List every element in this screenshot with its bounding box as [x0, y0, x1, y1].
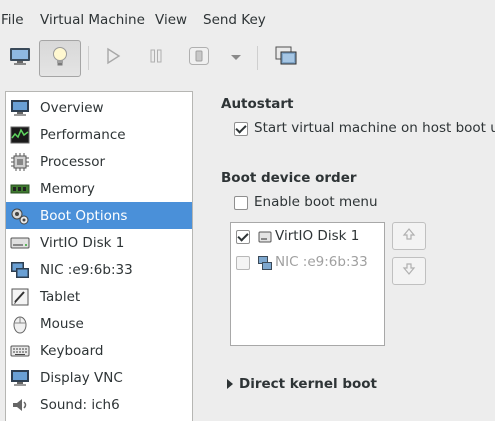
sidebar-item-label: Display VNC	[40, 369, 123, 386]
disk-icon	[9, 232, 31, 254]
sidebar-item-label: NIC :e9:6b:33	[40, 261, 133, 278]
boot-options-panel: Autostart Start virtual machine on host …	[205, 78, 495, 412]
sidebar-item-label: Boot Options	[40, 207, 128, 224]
arrow-down-icon	[402, 262, 416, 280]
boot-device-list: VirtIO Disk 1 NIC :e9:6b:33	[230, 222, 385, 346]
sidebar-item-label: Tablet	[40, 288, 81, 305]
tablet-icon	[9, 286, 31, 308]
autostart-title: Autostart	[221, 96, 294, 112]
chevron-down-icon	[230, 51, 242, 66]
details-button[interactable]	[39, 40, 81, 77]
nic-icon	[9, 259, 31, 281]
autostart-checkbox[interactable]	[234, 122, 248, 136]
keyboard-icon	[9, 340, 31, 362]
menu-virtual-machine[interactable]: Virtual Machine	[40, 12, 145, 28]
disk-icon	[258, 230, 272, 248]
menu-send-key[interactable]: Send Key	[203, 12, 266, 28]
lightbulb-icon	[52, 46, 68, 72]
move-down-button[interactable]	[392, 257, 426, 285]
toolbar-separator	[88, 46, 89, 70]
toolbar	[0, 40, 495, 78]
pause-button[interactable]	[136, 40, 176, 76]
run-button[interactable]	[93, 40, 133, 76]
memory-icon	[9, 178, 31, 200]
sidebar-item-tablet[interactable]: Tablet	[6, 283, 192, 310]
sidebar-item-label: Keyboard	[40, 342, 104, 359]
mouse-icon	[9, 313, 31, 335]
sidebar-item-boot-options[interactable]: Boot Options	[6, 202, 192, 229]
display-icon	[9, 367, 31, 389]
menu-view[interactable]: View	[155, 12, 187, 28]
sidebar-item-label: Processor	[40, 153, 106, 170]
shutdown-menu-button[interactable]	[222, 40, 250, 76]
expander-arrow-icon	[227, 379, 233, 389]
direct-kernel-boot-expander[interactable]: Direct kernel boot	[227, 376, 377, 392]
sidebar-item-label: Sound: ich6	[40, 396, 120, 413]
hardware-list: Overview Performance Processor Memory Bo…	[5, 91, 193, 421]
arrow-up-icon	[402, 227, 416, 245]
monitor-icon	[9, 46, 31, 70]
sidebar-item-display-vnc[interactable]: Display VNC	[6, 364, 192, 391]
boot-device-checkbox-disk[interactable]	[236, 230, 250, 244]
sidebar-item-sound[interactable]: Sound: ich6	[6, 391, 192, 418]
sound-icon	[9, 394, 31, 416]
boot-device-label-nic: NIC :e9:6b:33	[275, 254, 368, 270]
fullscreen-icon	[275, 46, 297, 70]
move-up-button[interactable]	[392, 222, 426, 250]
shutdown-button[interactable]	[179, 40, 219, 76]
sidebar-item-label: Overview	[40, 99, 104, 116]
boot-device-checkbox-nic[interactable]	[236, 256, 250, 270]
sidebar-item-label: Memory	[40, 180, 95, 197]
autostart-label: Start virtual machine on host boot up	[254, 120, 495, 136]
sidebar-item-overview[interactable]: Overview	[6, 94, 192, 121]
enable-boot-menu-checkbox[interactable]	[234, 196, 248, 210]
sidebar-item-label: Performance	[40, 126, 126, 143]
direct-kernel-boot-label: Direct kernel boot	[239, 376, 377, 392]
fullscreen-button[interactable]	[266, 40, 306, 76]
sidebar-item-nic[interactable]: NIC :e9:6b:33	[6, 256, 192, 283]
sidebar-item-performance[interactable]: Performance	[6, 121, 192, 148]
performance-icon	[9, 124, 31, 146]
nic-icon	[257, 255, 273, 275]
shutdown-icon	[188, 46, 210, 70]
sidebar-item-processor[interactable]: Processor	[6, 148, 192, 175]
boot-device-label-disk: VirtIO Disk 1	[275, 228, 360, 244]
enable-boot-menu-label: Enable boot menu	[254, 194, 378, 210]
sidebar-item-label: Mouse	[40, 315, 84, 332]
sidebar-item-mouse[interactable]: Mouse	[6, 310, 192, 337]
processor-icon	[9, 151, 31, 173]
pause-icon	[149, 48, 163, 68]
sidebar-item-label: VirtIO Disk 1	[40, 234, 125, 251]
boot-order-title: Boot device order	[221, 170, 357, 186]
boot-options-icon	[9, 205, 31, 227]
sidebar-item-memory[interactable]: Memory	[6, 175, 192, 202]
sidebar-item-keyboard[interactable]: Keyboard	[6, 337, 192, 364]
overview-icon	[9, 97, 31, 119]
console-button[interactable]	[0, 40, 40, 76]
toolbar-separator	[257, 46, 258, 70]
menu-file[interactable]: File	[1, 12, 24, 28]
sidebar-item-virtio-disk[interactable]: VirtIO Disk 1	[6, 229, 192, 256]
play-icon	[105, 47, 121, 69]
menubar: File Virtual Machine View Send Key	[0, 0, 495, 40]
